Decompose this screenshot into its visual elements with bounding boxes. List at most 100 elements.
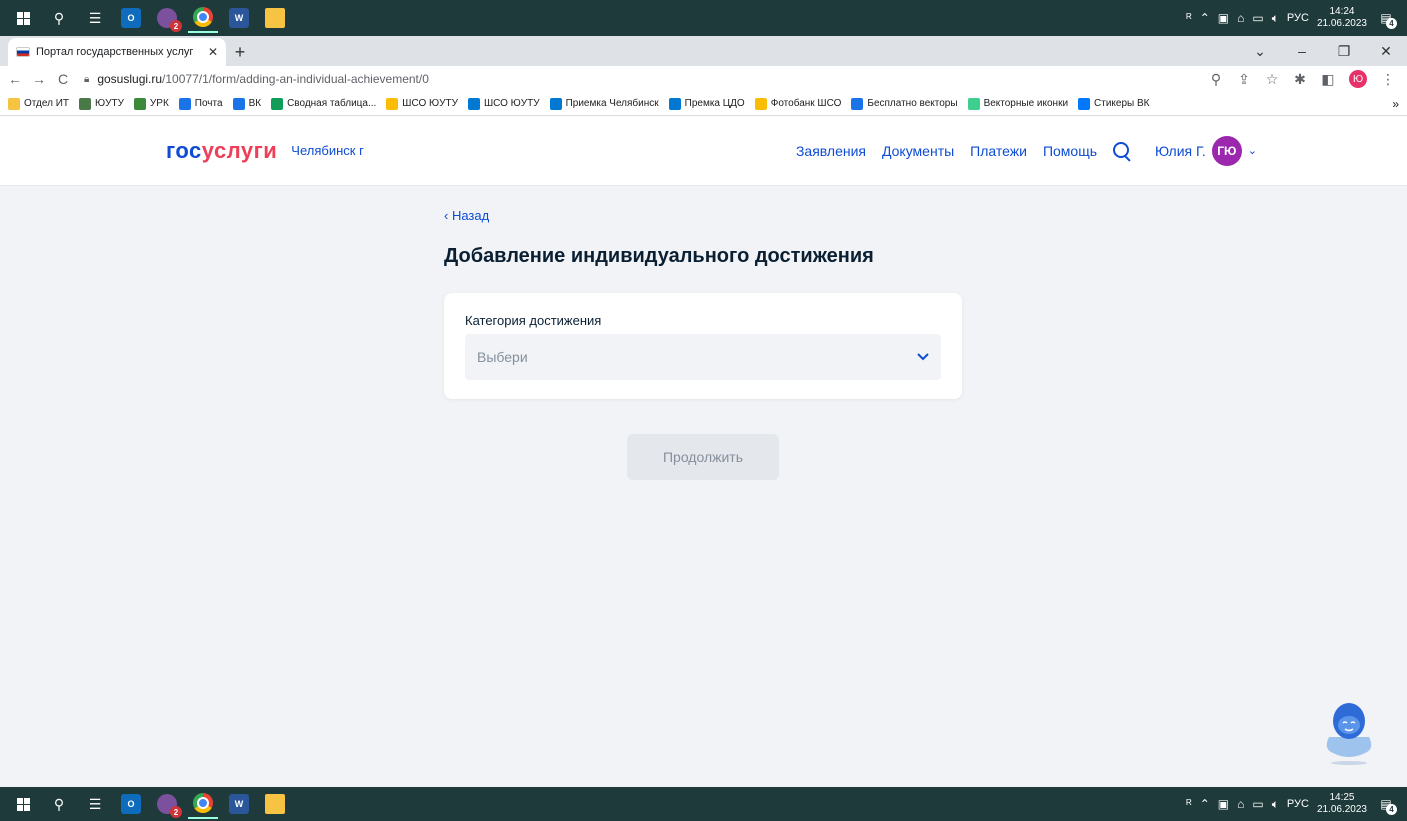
bookmark-item[interactable]: Сводная таблица... [271, 97, 376, 110]
category-select[interactable]: Выбери [465, 334, 941, 380]
toolbar-actions: ⚲ ⇪ ☆ ✱ ◧ Ю ⋮ [1209, 70, 1399, 88]
search-icon: ⚲ [53, 795, 65, 812]
url-path: /10077/1/form/adding-an-individual-achie… [162, 72, 429, 86]
url-host: gosuslugi.ru [97, 72, 163, 86]
chrome-icon [193, 793, 213, 813]
menu-kebab-icon[interactable]: ⋮ [1381, 71, 1395, 88]
bookmark-item[interactable]: Векторные иконки [967, 97, 1068, 110]
address-bar[interactable]: 🔒︎ gosuslugi.ru/10077/1/form/adding-an-i… [80, 68, 1199, 90]
share-icon[interactable]: ⇪ [1237, 71, 1251, 88]
minimize-button[interactable]: – [1281, 43, 1323, 59]
network-icon[interactable]: ⌂ [1237, 11, 1244, 25]
browser-chrome: Портал государственных услуг ✕ + ⌄ – ❐ ✕… [0, 36, 1407, 116]
zoom-icon[interactable]: ⚲ [1209, 71, 1223, 88]
bookmarks-bar: Отдел ИТ ЮУТУ УРК Почта ВК Сводная таблица...… [0, 92, 1407, 116]
task-view-button[interactable]: ☰ [80, 3, 110, 33]
outlook-taskbar-button[interactable]: O [116, 3, 146, 33]
forward-arrow-icon[interactable]: → [32, 71, 46, 87]
outlook-taskbar-button[interactable]: O [116, 789, 146, 819]
close-tab-icon[interactable]: ✕ [208, 45, 218, 59]
clock[interactable]: 14:25 21.06.2023 [1317, 792, 1367, 816]
bookmark-item[interactable]: ЮУТУ [79, 97, 124, 110]
nav-help[interactable]: Помощь [1043, 143, 1097, 159]
bookmark-label: ШСО ЮУТУ [483, 98, 540, 109]
side-panel-icon[interactable]: ◧ [1321, 71, 1335, 88]
profile-avatar[interactable]: Ю [1349, 70, 1367, 88]
volume-icon[interactable]: 🔈︎ [1272, 797, 1279, 812]
bookmark-item[interactable]: Почта [178, 97, 223, 110]
bookmarks-more-button[interactable]: » [1392, 97, 1399, 111]
notification-count: 4 [1386, 18, 1397, 29]
word-taskbar-button[interactable]: W [224, 789, 254, 819]
extensions-icon[interactable]: ✱ [1293, 71, 1307, 88]
chrome-taskbar-button[interactable] [188, 3, 218, 33]
bookmark-item[interactable]: Премка ЦДО [668, 97, 745, 110]
chrome-taskbar-button[interactable] [188, 789, 218, 819]
bookmark-favicon-icon [467, 97, 480, 110]
bookmark-item[interactable]: Стикеры ВК [1078, 97, 1150, 110]
gosuslugi-logo[interactable]: госуслуги [166, 138, 277, 164]
bookmark-item[interactable]: Фотобанк ШСО [754, 97, 841, 110]
bookmark-item[interactable]: ШСО ЮУТУ [386, 97, 458, 110]
bookmark-item[interactable]: Приемка Челябинск [549, 97, 659, 110]
bookmark-label: Приемка Челябинск [565, 98, 659, 109]
nav-payments[interactable]: Платежи [970, 143, 1027, 159]
reload-icon[interactable]: C [56, 71, 70, 87]
bookmark-label: Бесплатно векторы [867, 98, 958, 109]
display-icon[interactable]: ▭ [1252, 11, 1263, 25]
bookmark-item[interactable]: Отдел ИТ [8, 97, 69, 110]
word-taskbar-button[interactable]: W [224, 3, 254, 33]
tray-app-icon[interactable]: ▣ [1218, 797, 1229, 811]
browser-tab-active[interactable]: Портал государственных услуг ✕ [8, 38, 226, 66]
assistant-robot-icon[interactable] [1319, 697, 1379, 767]
search-icon[interactable] [1113, 141, 1131, 160]
new-tab-button[interactable]: + [226, 38, 254, 66]
task-view-button[interactable]: ☰ [80, 789, 110, 819]
back-link[interactable]: ‹ Назад [444, 208, 489, 223]
notifications-button[interactable]: ▤ 4 [1375, 7, 1397, 29]
windows-start-button[interactable] [8, 3, 38, 33]
people-icon[interactable]: ᴿ [1186, 797, 1191, 811]
bookmark-star-icon[interactable]: ☆ [1265, 71, 1279, 88]
viber-taskbar-button[interactable]: 2 [152, 789, 182, 819]
user-menu[interactable]: Юлия Г. ГЮ ⌄ [1155, 135, 1257, 166]
bookmark-item[interactable]: ВК [232, 97, 261, 110]
clock[interactable]: 14:24 21.06.2023 [1317, 6, 1367, 30]
windows-logo-icon [16, 797, 30, 811]
search-button[interactable]: ⚲ [44, 3, 74, 33]
viber-icon: 2 [157, 8, 182, 32]
lock-icon[interactable]: 🔒︎ [84, 74, 89, 85]
close-window-button[interactable]: ✕ [1365, 43, 1407, 60]
continue-button[interactable]: Продолжить [627, 434, 779, 480]
logo-uslugi: услуги [201, 137, 278, 163]
chevron-up-icon[interactable]: ⌃ [1200, 11, 1210, 25]
bookmark-item[interactable]: УРК [133, 97, 169, 110]
user-name: Юлия Г. [1155, 142, 1206, 159]
file-explorer-taskbar-button[interactable] [260, 3, 290, 33]
site-header: госуслуги Челябинск г Заявления Документ… [0, 116, 1407, 186]
search-button[interactable]: ⚲ [44, 789, 74, 819]
network-icon[interactable]: ⌂ [1237, 797, 1244, 811]
chevron-down-icon [917, 350, 929, 364]
viber-taskbar-button[interactable]: 2 [152, 3, 182, 33]
tray-app-icon[interactable]: ▣ [1218, 11, 1229, 25]
taskbar-top: ⚲ ☰ O 2 W ᴿ ⌃ ▣ ⌂ ▭ 🔈︎ РУС 14:24 21.06.2… [0, 0, 1407, 36]
people-icon[interactable]: ᴿ [1186, 11, 1191, 25]
file-explorer-taskbar-button[interactable] [260, 789, 290, 819]
region-selector[interactable]: Челябинск г [291, 143, 364, 158]
bookmark-item[interactable]: Бесплатно векторы [851, 97, 958, 110]
display-icon[interactable]: ▭ [1252, 797, 1263, 811]
restore-button[interactable]: ❐ [1323, 43, 1365, 60]
tab-search-icon[interactable]: ⌄ [1239, 43, 1281, 60]
back-label: Назад [451, 208, 490, 223]
back-arrow-icon[interactable]: ← [8, 71, 22, 87]
notifications-button[interactable]: ▤ 4 [1375, 793, 1397, 815]
nav-documents[interactable]: Документы [882, 143, 954, 159]
chevron-up-icon[interactable]: ⌃ [1200, 797, 1210, 811]
language-indicator[interactable]: РУС [1287, 798, 1309, 810]
volume-icon[interactable]: 🔈︎ [1272, 11, 1279, 26]
nav-applications[interactable]: Заявления [796, 143, 866, 159]
language-indicator[interactable]: РУС [1287, 12, 1309, 24]
bookmark-item[interactable]: ШСО ЮУТУ [467, 97, 540, 110]
windows-start-button[interactable] [8, 789, 38, 819]
